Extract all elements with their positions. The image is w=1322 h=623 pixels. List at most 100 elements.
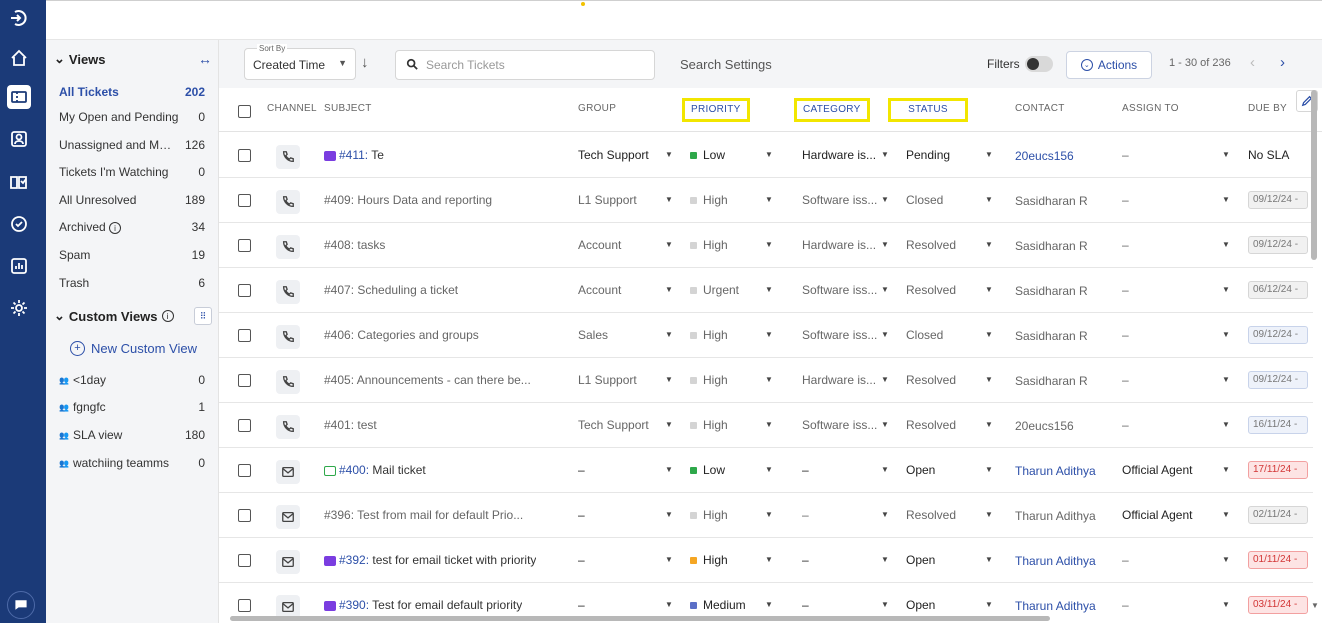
ticket-subject[interactable]: #407: Scheduling a ticket (324, 283, 458, 297)
category-select[interactable]: Software iss... (802, 193, 877, 207)
custom-view-item[interactable]: 👥 <1day 0 (59, 370, 205, 390)
column-status[interactable]: STATUS (888, 98, 968, 122)
column-channel[interactable]: CHANNEL (267, 103, 317, 114)
views-header[interactable]: ⌄ Views ↔ (54, 50, 212, 68)
status-select[interactable]: Resolved (906, 238, 956, 252)
row-checkbox[interactable] (238, 329, 251, 342)
status-select[interactable]: Pending (906, 148, 950, 162)
caret-down-icon[interactable]: ▼ (881, 285, 889, 294)
caret-down-icon[interactable]: ▼ (985, 465, 993, 474)
caret-down-icon[interactable]: ▼ (765, 600, 773, 609)
caret-down-icon[interactable]: ▼ (985, 195, 993, 204)
ticket-subject[interactable]: #409: Hours Data and reporting (324, 193, 492, 207)
priority-select[interactable]: Low (690, 148, 725, 162)
ticket-subject[interactable]: #408: tasks (324, 238, 385, 252)
caret-down-icon[interactable]: ▼ (1222, 195, 1230, 204)
assign-select[interactable]: – (1122, 553, 1129, 567)
table-row[interactable]: #392: test for email ticket with priorit… (219, 538, 1313, 583)
contacts-icon[interactable] (7, 127, 31, 151)
contact-link[interactable]: Tharun Adithya (1015, 554, 1096, 568)
row-checkbox[interactable] (238, 194, 251, 207)
caret-down-icon[interactable]: ▼ (1222, 330, 1230, 339)
contact-link[interactable]: Tharun Adithya (1015, 509, 1096, 523)
category-select[interactable]: Software iss... (802, 283, 877, 297)
group-select[interactable]: – (578, 598, 656, 612)
search-box[interactable] (395, 50, 655, 80)
caret-down-icon[interactable]: ▼ (665, 510, 673, 519)
caret-down-icon[interactable]: ▼ (881, 555, 889, 564)
group-select[interactable]: – (578, 553, 656, 567)
column-due-by[interactable]: DUE BY (1248, 103, 1287, 114)
caret-down-icon[interactable]: ▼ (1222, 420, 1230, 429)
table-row[interactable]: #409: Hours Data and reporting L1 Support… (219, 178, 1313, 223)
contact-link[interactable]: Sasidharan R (1015, 284, 1088, 298)
status-select[interactable]: Resolved (906, 283, 956, 297)
caret-down-icon[interactable]: ▼ (665, 600, 673, 609)
view-item-trash[interactable]: Trash 6 (59, 273, 205, 293)
column-priority[interactable]: PRIORITY (682, 98, 750, 122)
caret-down-icon[interactable]: ▼ (765, 330, 773, 339)
group-select[interactable]: L1 Support (578, 373, 656, 387)
table-row[interactable]: #396: Test from mail for default Prio...… (219, 493, 1313, 538)
caret-down-icon[interactable]: ▼ (665, 195, 673, 204)
status-select[interactable]: Open (906, 463, 935, 477)
caret-down-icon[interactable]: ▼ (765, 555, 773, 564)
category-select[interactable]: Software iss... (802, 418, 877, 432)
group-select[interactable]: Tech Support (578, 418, 656, 432)
group-select[interactable]: Tech Support (578, 148, 656, 162)
caret-down-icon[interactable]: ▼ (765, 375, 773, 384)
caret-down-icon[interactable]: ▼ (985, 150, 993, 159)
contact-link[interactable]: Sasidharan R (1015, 239, 1088, 253)
contact-link[interactable]: Sasidharan R (1015, 329, 1088, 343)
select-all-checkbox[interactable] (238, 105, 251, 118)
status-select[interactable]: Closed (906, 193, 943, 207)
caret-down-icon[interactable]: ▼ (665, 555, 673, 564)
view-item-my-open-pending[interactable]: My Open and Pending 0 (59, 107, 205, 127)
caret-down-icon[interactable]: ▼ (985, 600, 993, 609)
custom-views-header[interactable]: ⌄ Custom Views i ⠿ (54, 306, 212, 326)
priority-select[interactable]: High (690, 418, 728, 432)
caret-down-icon[interactable]: ▼ (765, 150, 773, 159)
caret-down-icon[interactable]: ▼ (665, 330, 673, 339)
assign-select[interactable]: – (1122, 193, 1129, 207)
search-settings-link[interactable]: Search Settings (680, 57, 772, 72)
caret-down-icon[interactable]: ▼ (765, 420, 773, 429)
caret-down-icon[interactable]: ▼ (665, 150, 673, 159)
sort-by-select[interactable]: Sort By Created Time ▼ (244, 44, 356, 80)
next-page-icon[interactable]: › (1280, 54, 1285, 71)
group-select[interactable]: L1 Support (578, 193, 656, 207)
row-checkbox[interactable] (238, 509, 251, 522)
tickets-icon[interactable] (7, 85, 31, 109)
caret-down-icon[interactable]: ▼ (881, 600, 889, 609)
group-select[interactable]: – (578, 463, 656, 477)
row-checkbox[interactable] (238, 374, 251, 387)
view-item-spam[interactable]: Spam 19 (59, 245, 205, 265)
priority-select[interactable]: Urgent (690, 283, 739, 297)
caret-down-icon[interactable]: ▼ (881, 240, 889, 249)
status-select[interactable]: Resolved (906, 373, 956, 387)
tasks-icon[interactable] (7, 212, 31, 236)
contact-link[interactable]: 20eucs156 (1015, 419, 1074, 433)
custom-view-item[interactable]: 👥 fgngfc 1 (59, 397, 205, 417)
category-select[interactable]: Hardware is... (802, 148, 876, 162)
caret-down-icon[interactable]: ▼ (665, 285, 673, 294)
ticket-subject[interactable]: #400: Mail ticket (324, 463, 426, 477)
reports-icon[interactable] (7, 254, 31, 278)
expand-panel-icon[interactable]: ↔ (198, 51, 212, 67)
caret-down-icon[interactable]: ▼ (765, 195, 773, 204)
column-category[interactable]: CATEGORY (794, 98, 870, 122)
caret-down-icon[interactable]: ▼ (881, 510, 889, 519)
caret-down-icon[interactable]: ▼ (985, 285, 993, 294)
priority-select[interactable]: Low (690, 463, 725, 477)
ticket-subject[interactable]: #401: test (324, 418, 377, 432)
priority-select[interactable]: High (690, 238, 728, 252)
ticket-subject[interactable]: #392: test for email ticket with priorit… (324, 553, 536, 567)
caret-down-icon[interactable]: ▼ (1222, 465, 1230, 474)
caret-down-icon[interactable]: ▼ (1222, 240, 1230, 249)
caret-down-icon[interactable]: ▼ (881, 420, 889, 429)
column-group[interactable]: GROUP (578, 103, 616, 114)
status-select[interactable]: Open (906, 598, 935, 612)
caret-down-icon[interactable]: ▼ (1222, 285, 1230, 294)
ticket-subject[interactable]: #411: Te (324, 148, 384, 162)
ticket-subject[interactable]: #406: Categories and groups (324, 328, 479, 342)
